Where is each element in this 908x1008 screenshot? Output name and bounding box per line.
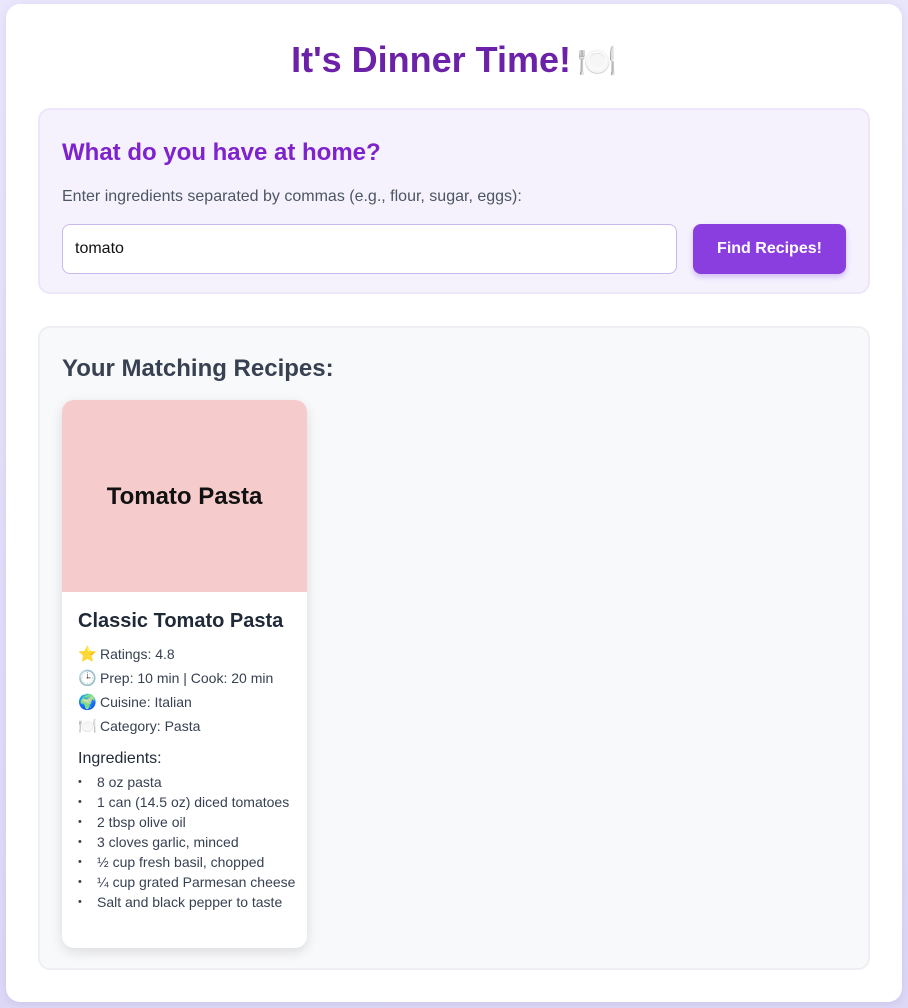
plate-icon: 🍽️	[78, 718, 97, 735]
rating-text: Ratings: 4.8	[100, 646, 175, 662]
time-text: Prep: 10 min | Cook: 20 min	[100, 670, 274, 686]
recipe-card[interactable]: Tomato Pasta Classic Tomato Pasta ⭐ Rati…	[62, 400, 307, 948]
results-panel: Your Matching Recipes: Tomato Pasta Clas…	[38, 326, 870, 970]
globe-icon: 🌍	[78, 694, 97, 711]
ingredient-item: Salt and black pepper to taste	[78, 892, 298, 912]
page-title-text: It's Dinner Time!	[291, 39, 572, 80]
star-icon: ⭐	[78, 646, 97, 663]
cuisine-row: 🌍 Cuisine: Italian	[78, 690, 298, 714]
rating-row: ⭐ Ratings: 4.8	[78, 642, 298, 666]
category-text: Category: Pasta	[100, 718, 201, 734]
cuisine-text: Cuisine: Italian	[100, 694, 192, 710]
clock-icon: 🕒	[78, 670, 97, 687]
search-panel: What do you have at home? Enter ingredie…	[38, 108, 870, 294]
ingredient-item: ½ cup fresh basil, chopped	[78, 852, 298, 872]
ingredients-heading: Ingredients:	[78, 750, 162, 767]
app-window: It's Dinner Time! 🍽️ What do you have at …	[6, 4, 902, 1002]
category-row: 🍽️ Category: Pasta	[78, 714, 298, 738]
ingredient-item: 3 cloves garlic, minced	[78, 832, 298, 852]
find-recipes-button[interactable]: Find Recipes!	[693, 224, 846, 274]
ingredient-item: 2 tbsp olive oil	[78, 812, 298, 832]
recipe-meta: ⭐ Ratings: 4.8 🕒 Prep: 10 min | Cook: 20…	[78, 642, 298, 738]
ingredients-input[interactable]	[62, 224, 677, 274]
plate-icon: 🍽️	[577, 43, 617, 79]
time-row: 🕒 Prep: 10 min | Cook: 20 min	[78, 666, 298, 690]
search-hint: Enter ingredients separated by commas (e…	[62, 188, 522, 205]
ingredient-item: ¼ cup grated Parmesan cheese	[78, 872, 298, 892]
recipe-title: Classic Tomato Pasta	[78, 610, 284, 632]
results-heading: Your Matching Recipes:	[62, 355, 334, 382]
search-heading: What do you have at home?	[62, 139, 381, 166]
page-title: It's Dinner Time! 🍽️	[6, 38, 902, 83]
recipe-image-text: Tomato Pasta	[106, 483, 263, 510]
recipe-image: Tomato Pasta	[62, 400, 307, 592]
ingredient-item: 1 can (14.5 oz) diced tomatoes	[78, 792, 298, 812]
ingredient-item: 8 oz pasta	[78, 772, 298, 792]
ingredients-list: 8 oz pasta 1 can (14.5 oz) diced tomatoe…	[78, 772, 298, 912]
